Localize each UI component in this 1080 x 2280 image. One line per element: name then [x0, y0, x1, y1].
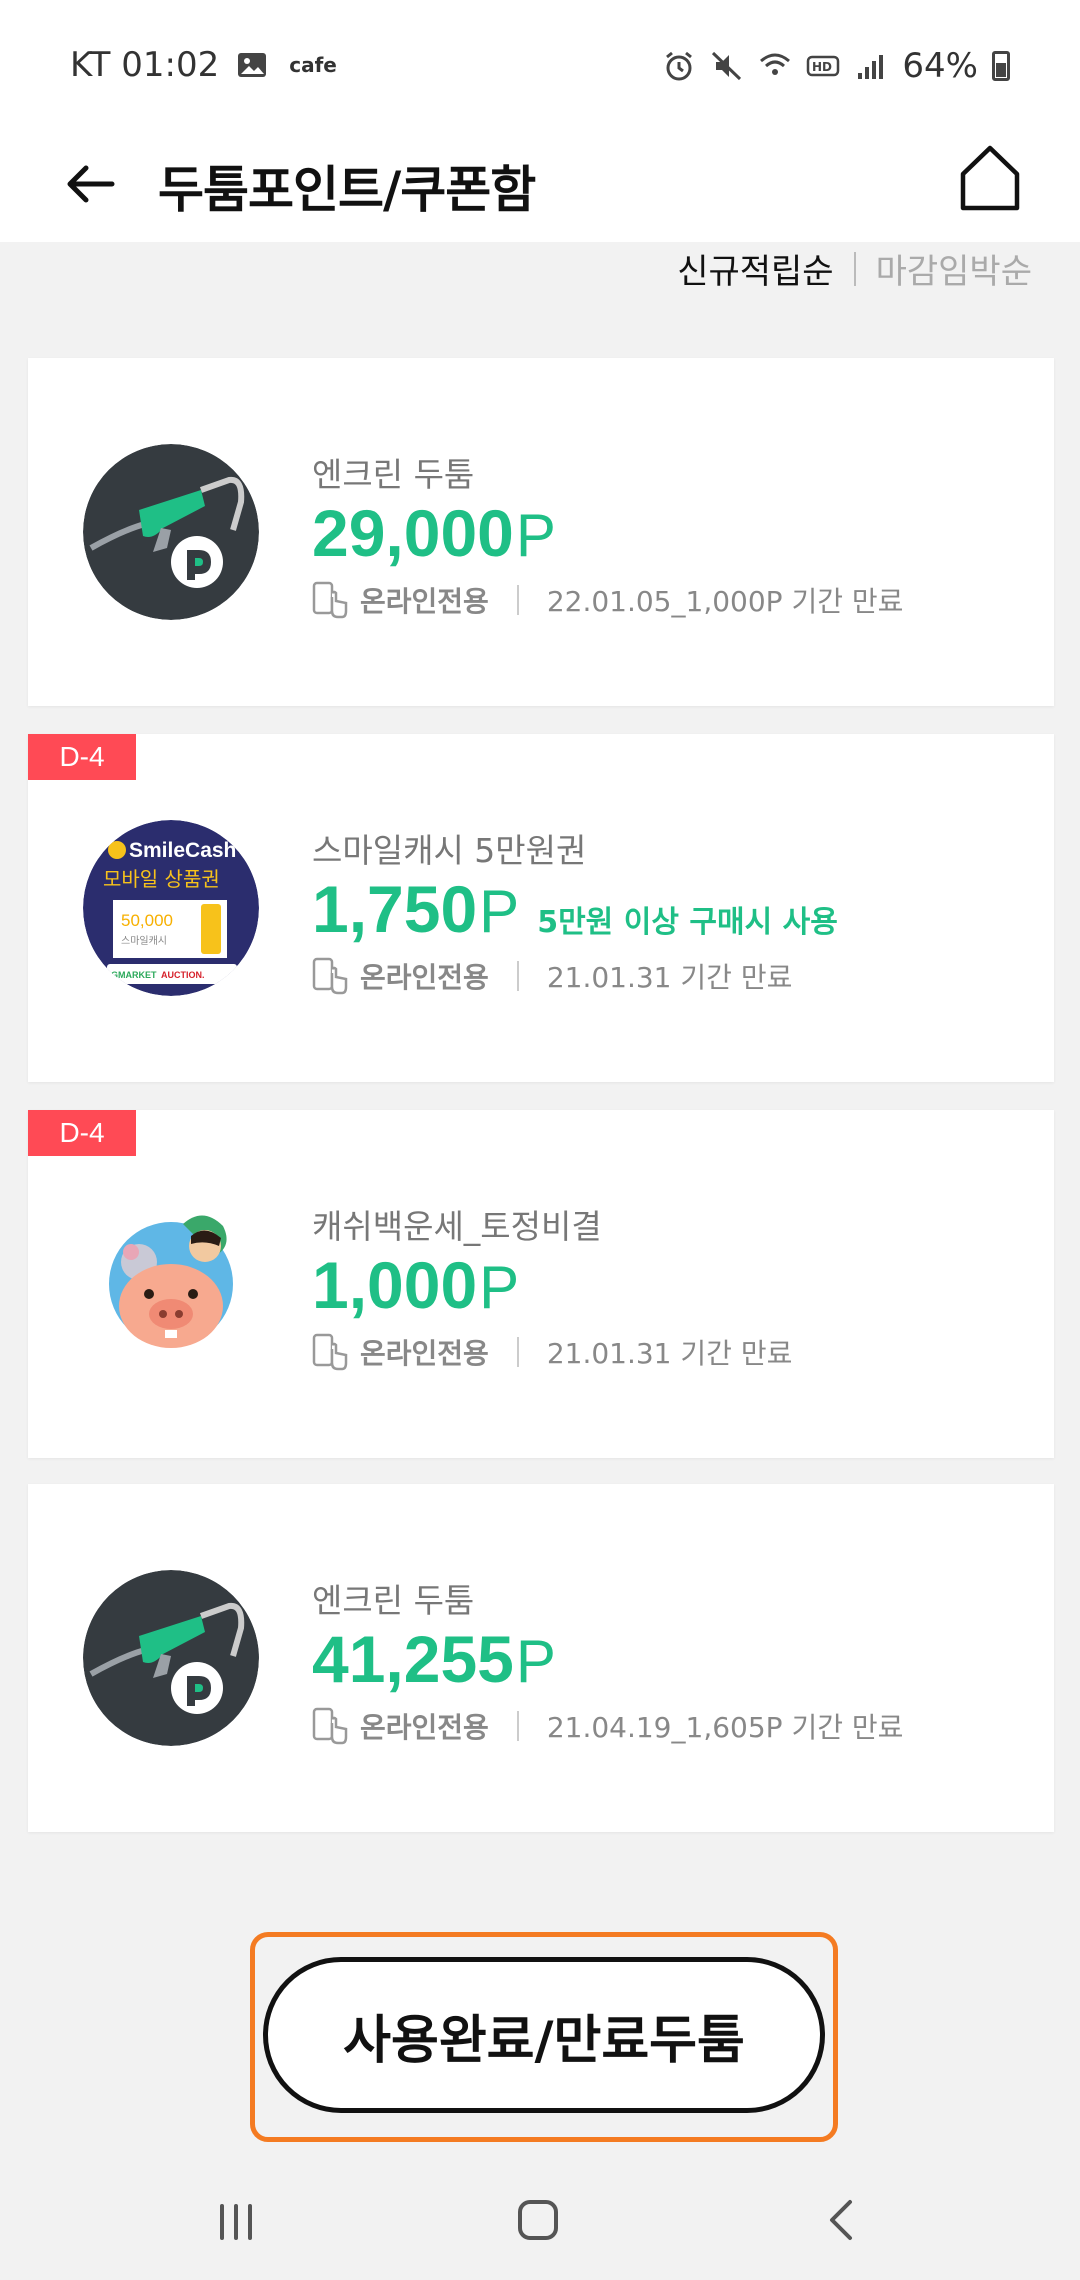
gallery-icon [238, 53, 267, 77]
phone-touch-icon [312, 581, 348, 619]
card-points: 1,000 [312, 1248, 478, 1322]
battery-icon [992, 51, 1010, 81]
mute-icon [712, 51, 742, 81]
card-name: 엔크린 두툼 [312, 1581, 475, 1620]
smilecash-icon: SmileCash 모바일 상품권 50,000 스마일캐시 GMARKET A… [83, 820, 259, 996]
phone-touch-icon [312, 1333, 348, 1371]
online-only-label: 온라인전용 [360, 1337, 489, 1370]
card-points: 41,255 [312, 1622, 514, 1696]
smilecash-brand-text: SmileCash [129, 839, 236, 862]
sort-newest[interactable]: 신규적립순 [677, 244, 833, 293]
nav-back-icon[interactable] [820, 2198, 864, 2242]
nav-home-icon[interactable] [516, 2198, 560, 2242]
meta-divider [516, 1337, 519, 1367]
home-icon[interactable] [955, 142, 1025, 216]
card-points: 29,000 [312, 496, 514, 570]
recent-apps-icon[interactable] [214, 2200, 258, 2244]
card-point-unit: P [515, 502, 556, 569]
card-points: 1,750 [312, 872, 478, 946]
hd-voice-icon: HD [807, 55, 840, 77]
app-header: 두툼포인트/쿠폰함 [0, 130, 1080, 242]
page-title: 두툼포인트/쿠폰함 [158, 161, 536, 219]
enclean-fuel-icon [83, 444, 259, 620]
phone-touch-icon [312, 957, 348, 995]
online-only-label: 온라인전용 [360, 961, 489, 994]
card-name: 캐쉬백운세_토정비결 [312, 1207, 602, 1246]
card-name: 엔크린 두툼 [312, 455, 475, 494]
point-card[interactable]: 엔크린 두툼 29,000 P 온라인전용 22.01.05_1,000P 기간… [28, 358, 1054, 706]
smilecash-small-text: 스마일캐시 [121, 935, 167, 947]
gmarket-text: GMARKET [111, 970, 157, 980]
auction-text: AUCTION. [161, 970, 205, 980]
smilecash-amount-text: 50,000 [121, 911, 173, 930]
enclean-fuel-icon [83, 1570, 259, 1746]
status-bar: KT 01:02 cafe HD 64% [0, 0, 1080, 130]
used-expired-highlight: 사용완료/만료두툼 [250, 1932, 838, 2142]
expiry-text: 21.04.19_1,605P 기간 만료 [546, 1711, 904, 1744]
signal-icon [858, 55, 884, 79]
sort-expiring[interactable]: 마감임박순 [876, 244, 1032, 293]
dday-badge: D-4 [28, 734, 136, 780]
card-name: 스마일캐시 5만원권 [312, 831, 587, 870]
battery-percent: 64% [902, 46, 978, 86]
sort-options: 신규적립순 마감임박순 [677, 244, 1032, 293]
cafe-notification: cafe [289, 53, 337, 77]
alarm-icon [666, 51, 693, 81]
smilecash-subtitle-text: 모바일 상품권 [103, 867, 220, 891]
point-card[interactable]: D-4 SmileCash 모바일 상품권 50,000 스마일캐시 GMARK… [28, 734, 1054, 1082]
phone-touch-icon [312, 1707, 348, 1745]
card-point-unit: P [515, 1628, 556, 1695]
meta-divider [516, 1711, 519, 1741]
system-nav-bar [0, 2168, 1080, 2280]
online-only-label: 온라인전용 [360, 585, 489, 618]
card-point-unit: P [479, 1254, 520, 1321]
point-card[interactable]: D-4 캐쉬백운세_토정비결 1,000 P 온라인전용 21.01.31 기간… [28, 1110, 1054, 1458]
wifi-icon [760, 53, 791, 75]
back-arrow-icon[interactable] [60, 152, 124, 216]
point-card[interactable]: 엔크린 두툼 41,255 P 온라인전용 21.04.19_1,605P 기간… [28, 1484, 1054, 1832]
dday-badge: D-4 [28, 1110, 136, 1156]
expiry-text: 21.01.31 기간 만료 [546, 961, 793, 994]
used-expired-button[interactable]: 사용완료/만료두툼 [263, 1957, 825, 2113]
expiry-text: 21.01.31 기간 만료 [546, 1337, 793, 1370]
carrier-time: KT 01:02 [70, 45, 220, 85]
card-point-unit: P [479, 878, 520, 945]
meta-divider [516, 585, 519, 615]
meta-divider [516, 961, 519, 991]
sort-divider [853, 251, 856, 286]
svg-text:HD: HD [812, 60, 832, 74]
online-only-label: 온라인전용 [360, 1711, 489, 1744]
fortune-pig-icon [109, 1215, 233, 1348]
usage-condition: 5만원 이상 구매시 사용 [537, 905, 838, 940]
expiry-text: 22.01.05_1,000P 기간 만료 [546, 585, 904, 618]
